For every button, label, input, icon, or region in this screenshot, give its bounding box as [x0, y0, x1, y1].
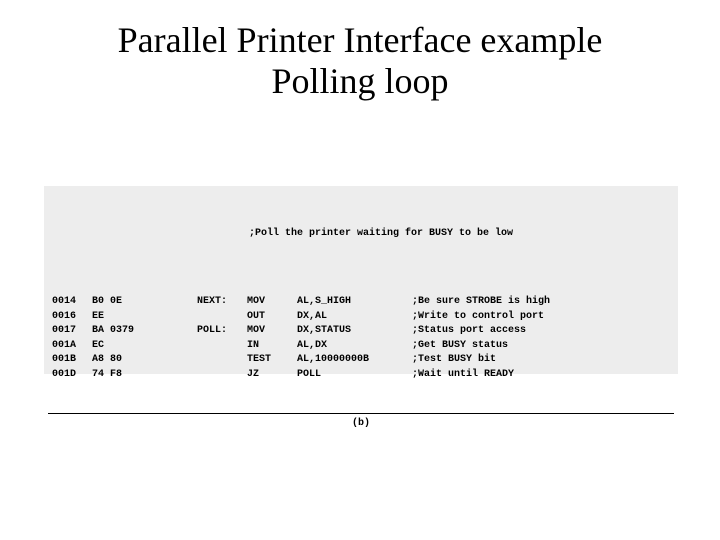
code-row: 0016 EE OUT DX,AL ;Write to control port	[52, 310, 550, 325]
operand-cell: AL,10000000B	[297, 353, 412, 368]
comment-cell: ;Get BUSY status	[412, 339, 550, 354]
mnemonic-cell: IN	[247, 339, 297, 354]
operand-cell: DX,AL	[297, 310, 412, 325]
label-cell	[197, 353, 247, 368]
addr-cell: 0014	[52, 295, 92, 310]
addr-cell: 0016	[52, 310, 92, 325]
divider-line	[48, 413, 674, 414]
code-row: 001B A8 80 TEST AL,10000000B ;Test BUSY …	[52, 353, 550, 368]
label-cell: NEXT:	[197, 295, 247, 310]
code-row: 0017 BA 0379 POLL: MOV DX,STATUS ;Status…	[52, 324, 550, 339]
comment-cell: ;Be sure STROBE is high	[412, 295, 550, 310]
hex-cell: 74 F8	[92, 368, 197, 383]
comment-cell: ;Wait until READY	[412, 368, 550, 383]
addr-cell: 001D	[52, 368, 92, 383]
label-cell	[197, 310, 247, 325]
comment-cell: ;Test BUSY bit	[412, 353, 550, 368]
comment-cell: ;Status port access	[412, 324, 550, 339]
figure-label: (b)	[44, 418, 678, 429]
label-cell	[197, 368, 247, 383]
hex-cell: EC	[92, 339, 197, 354]
code-row: 001D 74 F8 JZ POLL ;Wait until READY	[52, 368, 550, 383]
addr-cell: 001B	[52, 353, 92, 368]
comment-cell: ;Write to control port	[412, 310, 550, 325]
slide-title: Parallel Printer Interface example Polli…	[0, 0, 720, 103]
label-cell	[197, 339, 247, 354]
code-listing: ;Poll the printer waiting for BUSY to be…	[44, 186, 678, 374]
code-inner: ;Poll the printer waiting for BUSY to be…	[44, 186, 678, 411]
label-cell: POLL:	[197, 324, 247, 339]
code-row: 001A EC IN AL,DX ;Get BUSY status	[52, 339, 550, 354]
code-row: 0014 B0 0E NEXT: MOV AL,S_HIGH ;Be sure …	[52, 295, 550, 310]
mnemonic-cell: MOV	[247, 295, 297, 310]
addr-cell: 0017	[52, 324, 92, 339]
mnemonic-cell: JZ	[247, 368, 297, 383]
slide: Parallel Printer Interface example Polli…	[0, 0, 720, 540]
mnemonic-cell: MOV	[247, 324, 297, 339]
code-caption: ;Poll the printer waiting for BUSY to be…	[52, 227, 670, 242]
operand-cell: AL,DX	[297, 339, 412, 354]
addr-cell: 001A	[52, 339, 92, 354]
hex-cell: EE	[92, 310, 197, 325]
operand-cell: DX,STATUS	[297, 324, 412, 339]
hex-cell: A8 80	[92, 353, 197, 368]
operand-cell: POLL	[297, 368, 412, 383]
code-table: 0014 B0 0E NEXT: MOV AL,S_HIGH ;Be sure …	[52, 295, 550, 382]
mnemonic-cell: TEST	[247, 353, 297, 368]
operand-cell: AL,S_HIGH	[297, 295, 412, 310]
mnemonic-cell: OUT	[247, 310, 297, 325]
hex-cell: BA 0379	[92, 324, 197, 339]
title-line-1: Parallel Printer Interface example	[118, 20, 603, 60]
hex-cell: B0 0E	[92, 295, 197, 310]
title-line-2: Polling loop	[271, 61, 448, 101]
